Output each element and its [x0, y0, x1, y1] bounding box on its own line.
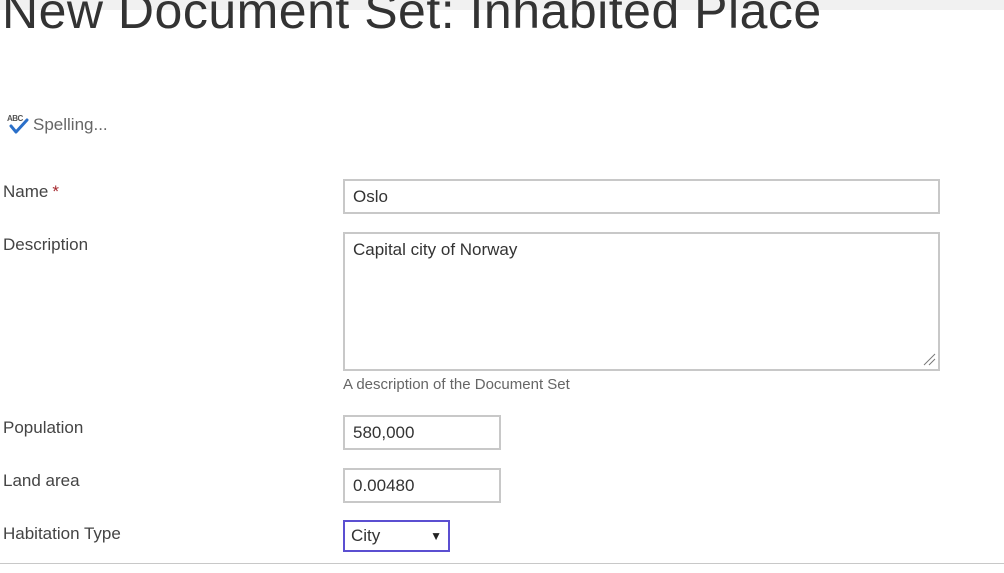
habitation-type-value: City — [351, 526, 381, 545]
spell-check-icon: ABC — [7, 113, 31, 137]
form-divider — [0, 563, 1004, 564]
habitation-type-label: Habitation Type — [3, 524, 121, 543]
population-label: Population — [3, 418, 84, 437]
spelling-button[interactable]: ABC Spelling... — [7, 113, 108, 137]
description-textarea[interactable]: Capital city of Norway — [343, 232, 940, 371]
required-marker: * — [52, 182, 59, 201]
name-input[interactable] — [343, 179, 940, 214]
description-hint: A description of the Document Set — [343, 376, 570, 393]
land-area-label: Land area — [3, 471, 80, 490]
dropdown-arrow-icon: ▼ — [430, 529, 442, 543]
resize-grip-icon[interactable] — [922, 352, 936, 366]
name-label: Name * — [3, 182, 59, 202]
page-title: New Document Set: Inhabited Place — [2, 0, 822, 39]
description-label: Description — [3, 235, 89, 254]
name-label-text: Name — [3, 182, 49, 201]
population-input[interactable] — [343, 415, 501, 450]
habitation-type-select[interactable]: City ▼ — [343, 520, 450, 552]
land-area-input[interactable] — [343, 468, 501, 503]
spelling-label: Spelling... — [33, 115, 108, 134]
